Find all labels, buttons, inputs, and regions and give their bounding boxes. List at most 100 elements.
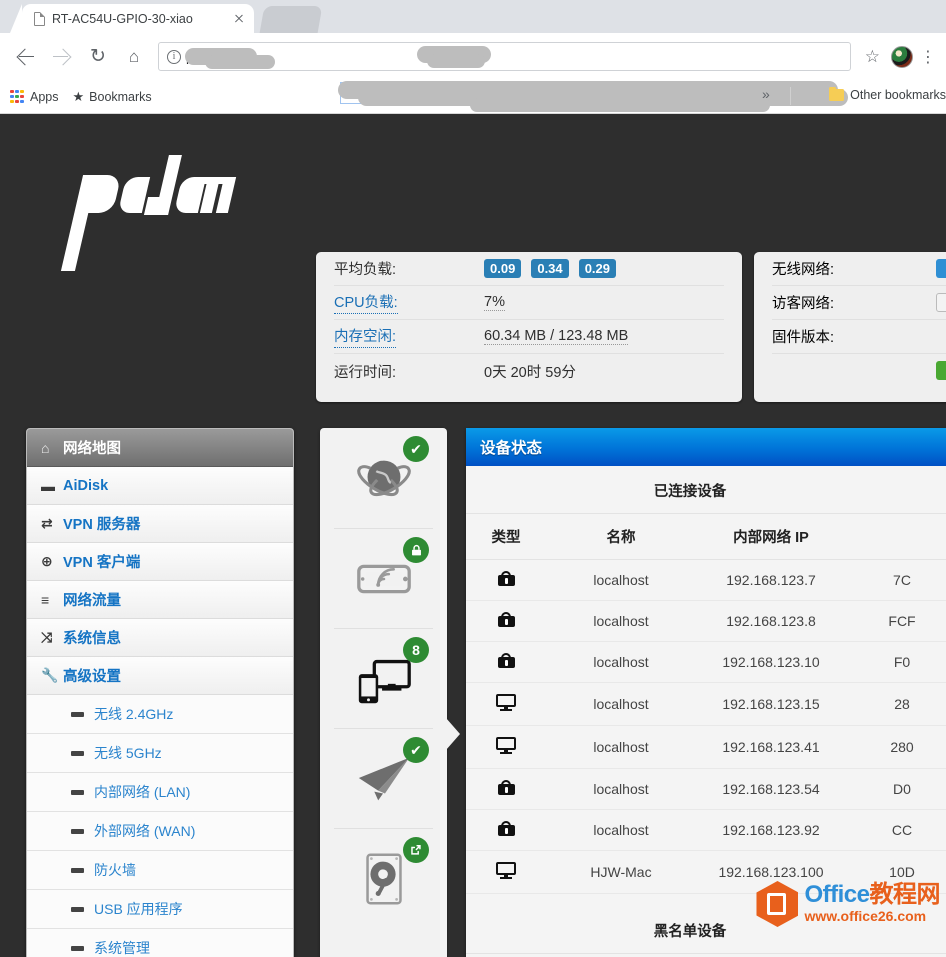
sidebar-item-label: 高级设置 — [63, 669, 121, 685]
monitor-icon — [496, 737, 516, 754]
load-badge-15m: 0.29 — [578, 259, 616, 278]
icon-cell-usb-disk[interactable] — [334, 828, 433, 928]
sidebar-subitem-label: USB 应用程序 — [94, 901, 183, 917]
home-icon: ⌂ — [41, 439, 50, 456]
device-type-cell — [466, 850, 546, 894]
status-badge-ok: ✔ — [403, 737, 429, 763]
table-row[interactable]: localhost 192.168.123.7 7C — [466, 559, 946, 601]
profile-avatar[interactable] — [891, 45, 913, 68]
device-name-cell: localhost — [546, 768, 696, 810]
bookmark-apps-label: Apps — [30, 89, 59, 104]
device-ip-cell: 192.168.123.15 — [696, 682, 846, 726]
table-row[interactable]: localhost 192.168.123.92 CC — [466, 809, 946, 851]
device-mac-cell[interactable]: FCF — [846, 600, 946, 642]
address-bar[interactable]: i pluto.com: — [158, 42, 851, 71]
sidebar-item-wireless-5g[interactable]: 无线 5GHz — [27, 734, 293, 773]
close-tab-icon[interactable] — [230, 10, 248, 28]
icon-cell-internet[interactable]: ✔ — [334, 428, 433, 528]
browser-chrome: RT-AC54U-GPIO-30-xiao ↻ ⌂ i pluto.com: ☆… — [0, 0, 946, 114]
lock-icon — [497, 612, 515, 627]
sidebar-item-vpn-server[interactable]: ⇄ VPN 服务器 — [27, 505, 293, 543]
table-row[interactable]: localhost 192.168.123.10 F0 — [466, 641, 946, 683]
page-document-icon — [34, 11, 45, 26]
sidebar-item-usb-application[interactable]: USB 应用程序 — [27, 890, 293, 929]
sidebar-item-aidisk[interactable]: ▬ AiDisk — [27, 467, 293, 505]
site-info-icon[interactable]: i — [167, 49, 181, 64]
icon-cell-wireless[interactable] — [334, 528, 433, 628]
star-icon: ★ — [72, 88, 85, 104]
bookmark-folder-label: Bookmarks — [89, 89, 152, 104]
other-bookmarks-label: Other bookmarks — [850, 88, 946, 102]
device-mac-cell[interactable]: F0 — [846, 641, 946, 683]
row-wireless-network: 无线网络: — [772, 252, 946, 286]
status-badge-client-count: 8 — [403, 637, 429, 663]
device-name-cell: HJW-Mac — [546, 850, 696, 894]
column-header-name: 名称 — [546, 514, 696, 560]
cpu-load-label[interactable]: CPU负载: — [334, 291, 398, 314]
home-icon[interactable]: ⌂ — [119, 42, 149, 72]
sidebar-item-label: 网络地图 — [63, 441, 121, 457]
table-row[interactable]: localhost 192.168.123.15 28 — [466, 682, 946, 726]
browser-tab-active[interactable]: RT-AC54U-GPIO-30-xiao — [10, 4, 254, 33]
reload-icon[interactable]: ↻ — [83, 42, 113, 72]
table-row[interactable]: localhost 192.168.123.8 FCF — [466, 600, 946, 642]
office-logo-icon — [756, 881, 799, 927]
device-type-cell — [466, 768, 546, 810]
wireless-toggle[interactable] — [936, 259, 946, 278]
row-wireless-extra — [772, 354, 946, 388]
device-type-cell — [466, 600, 546, 642]
chrome-menu-icon[interactable]: ⋮ — [918, 47, 938, 67]
memory-free-label[interactable]: 内存空闲: — [334, 325, 397, 348]
other-bookmarks-button[interactable]: Other bookmarks — [829, 86, 946, 102]
sidebar-item-firewall[interactable]: 防火墙 — [27, 851, 293, 890]
globe-icon: ⊕ — [41, 553, 53, 569]
table-row[interactable]: localhost 192.168.123.54 D0 — [466, 768, 946, 810]
bookmark-star-icon[interactable]: ☆ — [865, 47, 880, 67]
bookmarks-overflow-button[interactable]: » — [762, 86, 770, 102]
device-status-panel: 设备状态 已连接设备 类型 名称 内部网络 IP localhost 192.1… — [466, 428, 946, 957]
guest-network-toggle[interactable] — [936, 293, 946, 312]
folder-icon — [829, 86, 845, 101]
watermark-site: www.office26.com — [804, 907, 927, 924]
icon-cell-clients[interactable]: 8 — [334, 628, 433, 728]
bookmark-apps[interactable]: Apps — [10, 89, 59, 104]
device-type-cell — [466, 725, 546, 769]
device-mac-cell[interactable]: 28 — [846, 682, 946, 726]
wrench-icon: 🔧 — [41, 667, 59, 683]
device-name-cell: localhost — [546, 725, 696, 769]
sidebar-item-network-traffic[interactable]: ≡ 网络流量 — [27, 581, 293, 619]
cpu-load-value[interactable]: 7% — [484, 294, 505, 311]
bookmark-folder-bookmarks[interactable]: ★ Bookmarks — [73, 89, 152, 105]
sidebar-item-lan[interactable]: 内部网络 (LAN) — [27, 773, 293, 812]
dash-icon — [71, 711, 84, 717]
sidebar-item-system-admin[interactable]: 系统管理 — [27, 929, 293, 957]
dash-icon — [71, 945, 84, 951]
sidebar-item-network-map[interactable]: ⌂ 网络地图 — [27, 429, 293, 467]
table-header-row: 类型 名称 内部网络 IP — [466, 514, 946, 560]
device-mac-cell[interactable]: 7C — [846, 559, 946, 601]
tab-title: RT-AC54U-GPIO-30-xiao — [52, 11, 193, 26]
device-mac-cell[interactable]: 280 — [846, 725, 946, 769]
uptime-value: 0天 20时 59分 — [484, 364, 576, 381]
load-average-label: 平均负载: — [334, 262, 397, 278]
sidebar-item-wireless-24[interactable]: 无线 2.4GHz — [27, 695, 293, 734]
redaction-blob — [470, 98, 770, 112]
device-mac-cell[interactable]: D0 — [846, 768, 946, 810]
sidebar-item-wan[interactable]: 外部网络 (WAN) — [27, 812, 293, 851]
uptime-label: 运行时间: — [334, 364, 397, 381]
vpn-server-icon: ⇄ — [41, 515, 53, 531]
system-status-card: 平均负载: 0.09 0.34 0.29 CPU负载: 7% 内存空闲: 60.… — [316, 252, 742, 402]
sidebar-item-vpn-client[interactable]: ⊕ VPN 客户端 — [27, 543, 293, 581]
sidebar-subitem-label: 内部网络 (LAN) — [94, 784, 191, 800]
sidebar-item-system-info[interactable]: ⤨ 系统信息 — [27, 619, 293, 657]
device-mac-cell[interactable]: CC — [846, 809, 946, 851]
new-tab-button[interactable] — [259, 6, 323, 33]
back-icon[interactable] — [11, 42, 41, 72]
table-row[interactable]: localhost 192.168.123.41 280 — [466, 725, 946, 769]
device-name-cell: localhost — [546, 682, 696, 726]
icon-cell-printer-share[interactable]: ✔ — [334, 728, 433, 828]
sidebar-item-advanced-settings[interactable]: 🔧 高级设置 — [27, 657, 293, 695]
memory-free-value[interactable]: 60.34 MB / 123.48 MB — [484, 328, 629, 345]
wireless-extra-toggle[interactable] — [936, 361, 946, 380]
sidebar-subitem-label: 无线 5GHz — [94, 745, 162, 761]
